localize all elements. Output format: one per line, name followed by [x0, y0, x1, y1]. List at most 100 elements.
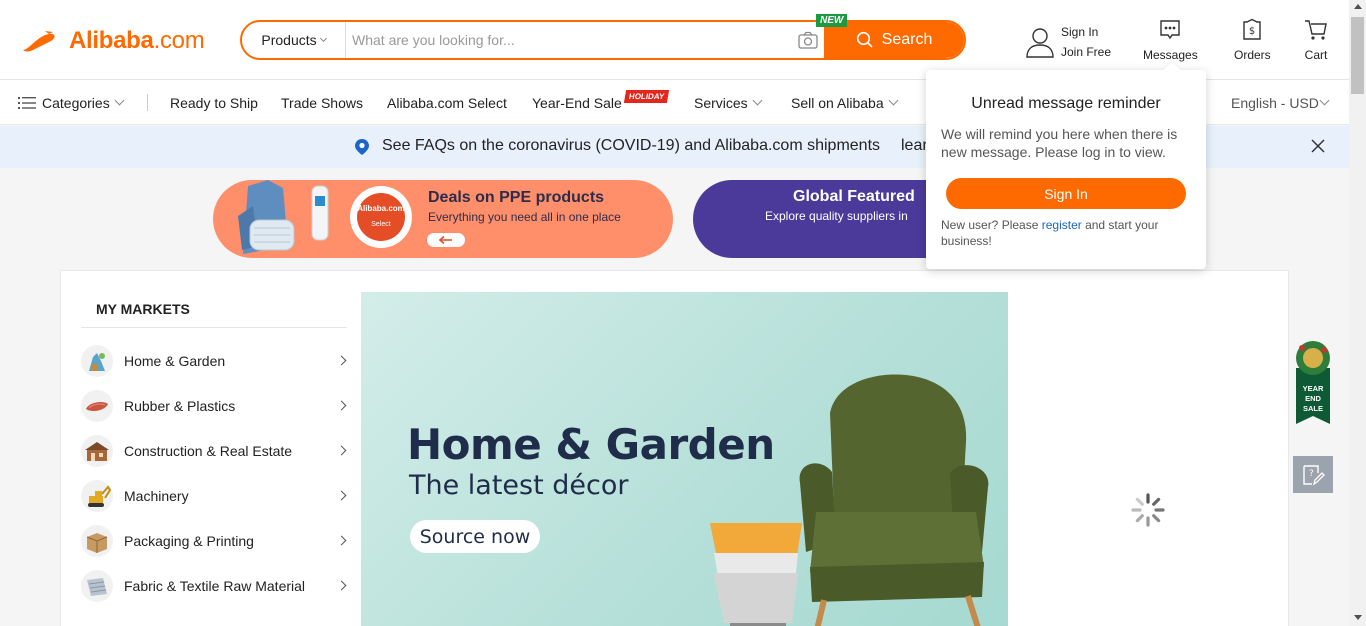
- nav-year-end-sale-label: Year-End Sale: [532, 94, 622, 111]
- hero-banner[interactable]: Home & Garden The latest décor Source no…: [361, 292, 1008, 626]
- messages-button[interactable]: Messages: [1143, 18, 1198, 62]
- page: Alibaba.com Products Search NEW: [0, 0, 1349, 626]
- loading-spinner-icon: [1131, 493, 1165, 527]
- new-badge: NEW: [816, 14, 848, 27]
- market-item-fabric[interactable]: Fabric & Textile Raw Material: [81, 566, 351, 606]
- seal-top-text: Alibaba.com: [357, 204, 405, 213]
- alibaba-select-seal: Alibaba.com Select: [350, 186, 412, 248]
- chevron-right-icon: [336, 490, 347, 501]
- chevron-right-icon: [336, 580, 347, 591]
- camera-icon[interactable]: [798, 31, 818, 49]
- market-item-home-garden[interactable]: Home & Garden: [81, 341, 351, 381]
- nav-ready-to-ship-label: Ready to Ship: [170, 94, 258, 111]
- chevron-right-icon: [336, 535, 347, 546]
- year-end-sale-badge[interactable]: YEAR END SALE: [1292, 338, 1334, 426]
- location-pin-icon: [355, 139, 369, 155]
- nav-year-end-sale[interactable]: Year-End Sale: [532, 80, 622, 125]
- badge-line-2: END: [1305, 394, 1321, 403]
- message-icon: [1160, 20, 1181, 40]
- chevron-down-icon: [114, 95, 125, 106]
- market-label: Packaging & Printing: [124, 533, 254, 549]
- nav-alibaba-select[interactable]: Alibaba.com Select: [387, 80, 507, 125]
- home-garden-icon: [81, 345, 113, 377]
- promo-arrow-button[interactable]: [427, 233, 465, 247]
- alibaba-logo-icon: [23, 31, 55, 52]
- notice-text[interactable]: See FAQs on the coronavirus (COVID-19) a…: [382, 137, 880, 155]
- join-free-link[interactable]: Join Free: [1061, 42, 1111, 62]
- banner-subtitle: The latest décor: [409, 470, 629, 501]
- popup-sign-in-button[interactable]: Sign In: [946, 178, 1186, 209]
- language-currency-select[interactable]: English - USD: [1231, 80, 1330, 125]
- construction-icon: [81, 435, 113, 467]
- nav-trade-shows-label: Trade Shows: [281, 94, 363, 111]
- promo-ppe-title: Deals on PPE products: [428, 189, 605, 206]
- orders-button[interactable]: $ Orders: [1234, 18, 1271, 62]
- scroll-up-arrow-icon[interactable]: [1354, 4, 1362, 9]
- sign-in-join[interactable]: Sign In Join Free: [1025, 22, 1111, 62]
- popup-message: We will remind you here when there is ne…: [941, 126, 1178, 160]
- market-item-packaging[interactable]: Packaging & Printing: [81, 521, 351, 561]
- machinery-icon: [81, 480, 113, 512]
- search-category-select[interactable]: Products: [242, 22, 346, 58]
- ppe-products-image: [238, 180, 329, 254]
- promo-global-subtitle: Explore quality suppliers in: [765, 209, 908, 223]
- nav-divider: [147, 94, 148, 111]
- chevron-down-icon: [1319, 95, 1330, 106]
- cart-label: Cart: [1304, 48, 1328, 62]
- feedback-button[interactable]: ?: [1293, 456, 1333, 493]
- nav-services-label: Services: [694, 94, 748, 111]
- nav-alibaba-select-label: Alibaba.com Select: [387, 94, 507, 111]
- market-label: Home & Garden: [124, 353, 226, 369]
- promo-ppe-deals[interactable]: Alibaba.com Select Deals on PPE products…: [213, 180, 673, 258]
- header: Alibaba.com Products Search NEW: [0, 0, 1349, 80]
- nav-services[interactable]: Services: [694, 80, 763, 125]
- promo-global-title: Global Featured: [793, 188, 915, 205]
- nav-sell-on-alibaba[interactable]: Sell on Alibaba: [791, 80, 899, 125]
- messages-label: Messages: [1143, 48, 1198, 62]
- notice-learn-more[interactable]: lear: [901, 137, 928, 155]
- market-item-construction[interactable]: Construction & Real Estate: [81, 431, 351, 471]
- chevron-down-icon: [888, 95, 899, 106]
- close-icon[interactable]: [1311, 139, 1325, 153]
- arrow-left-icon: [439, 236, 452, 244]
- promo-ppe-subtitle: Everything you need all in one place: [428, 210, 621, 224]
- orders-icon: $: [1243, 18, 1262, 40]
- banner-title: Home & Garden: [407, 420, 775, 469]
- categories-label: Categories: [42, 94, 110, 111]
- chevron-down-icon: [752, 95, 763, 106]
- categories-menu[interactable]: Categories: [18, 80, 125, 125]
- scroll-thumb[interactable]: [1351, 17, 1364, 94]
- nav-sell-on-alibaba-label: Sell on Alibaba: [791, 94, 884, 111]
- market-item-machinery[interactable]: Machinery: [81, 476, 351, 516]
- market-label: Fabric & Textile Raw Material: [124, 578, 306, 594]
- cart-button[interactable]: Cart: [1304, 18, 1328, 62]
- my-markets-section: MY MARKETS Home & Garden Rubber & Plasti…: [60, 270, 1289, 626]
- seal-bottom-text: Select: [371, 221, 391, 228]
- market-label: Machinery: [124, 488, 189, 504]
- source-now-button[interactable]: Source now: [410, 520, 540, 553]
- search-category-label: Products: [261, 32, 317, 48]
- search-button[interactable]: Search: [824, 22, 964, 58]
- svg-text:?: ?: [1309, 469, 1314, 479]
- chevron-down-icon: [319, 34, 327, 43]
- badge-line-3: SALE: [1303, 404, 1323, 413]
- market-label: Rubber & Plastics: [124, 398, 236, 414]
- packaging-icon: [81, 525, 113, 557]
- popup-footer: New user? Please register and start your…: [941, 217, 1196, 249]
- nav-ready-to-ship[interactable]: Ready to Ship: [170, 80, 258, 125]
- search-input[interactable]: [352, 22, 792, 58]
- page-scrollbar[interactable]: [1349, 0, 1366, 626]
- nav-trade-shows[interactable]: Trade Shows: [281, 80, 363, 125]
- fabric-icon: [81, 570, 113, 602]
- register-link[interactable]: register: [1042, 218, 1082, 232]
- feedback-edit-icon: ?: [1303, 464, 1325, 485]
- cart-icon: [1305, 20, 1327, 40]
- logo-text: Alibaba: [69, 27, 154, 54]
- market-item-rubber-plastics[interactable]: Rubber & Plastics: [81, 386, 351, 426]
- scroll-down-arrow-icon[interactable]: [1354, 615, 1362, 620]
- alibaba-logo[interactable]: Alibaba.com: [19, 24, 205, 58]
- language-label: English - USD: [1231, 94, 1319, 111]
- chevron-right-icon: [336, 400, 347, 411]
- sign-in-link[interactable]: Sign In: [1061, 22, 1111, 42]
- orders-label: Orders: [1234, 48, 1271, 62]
